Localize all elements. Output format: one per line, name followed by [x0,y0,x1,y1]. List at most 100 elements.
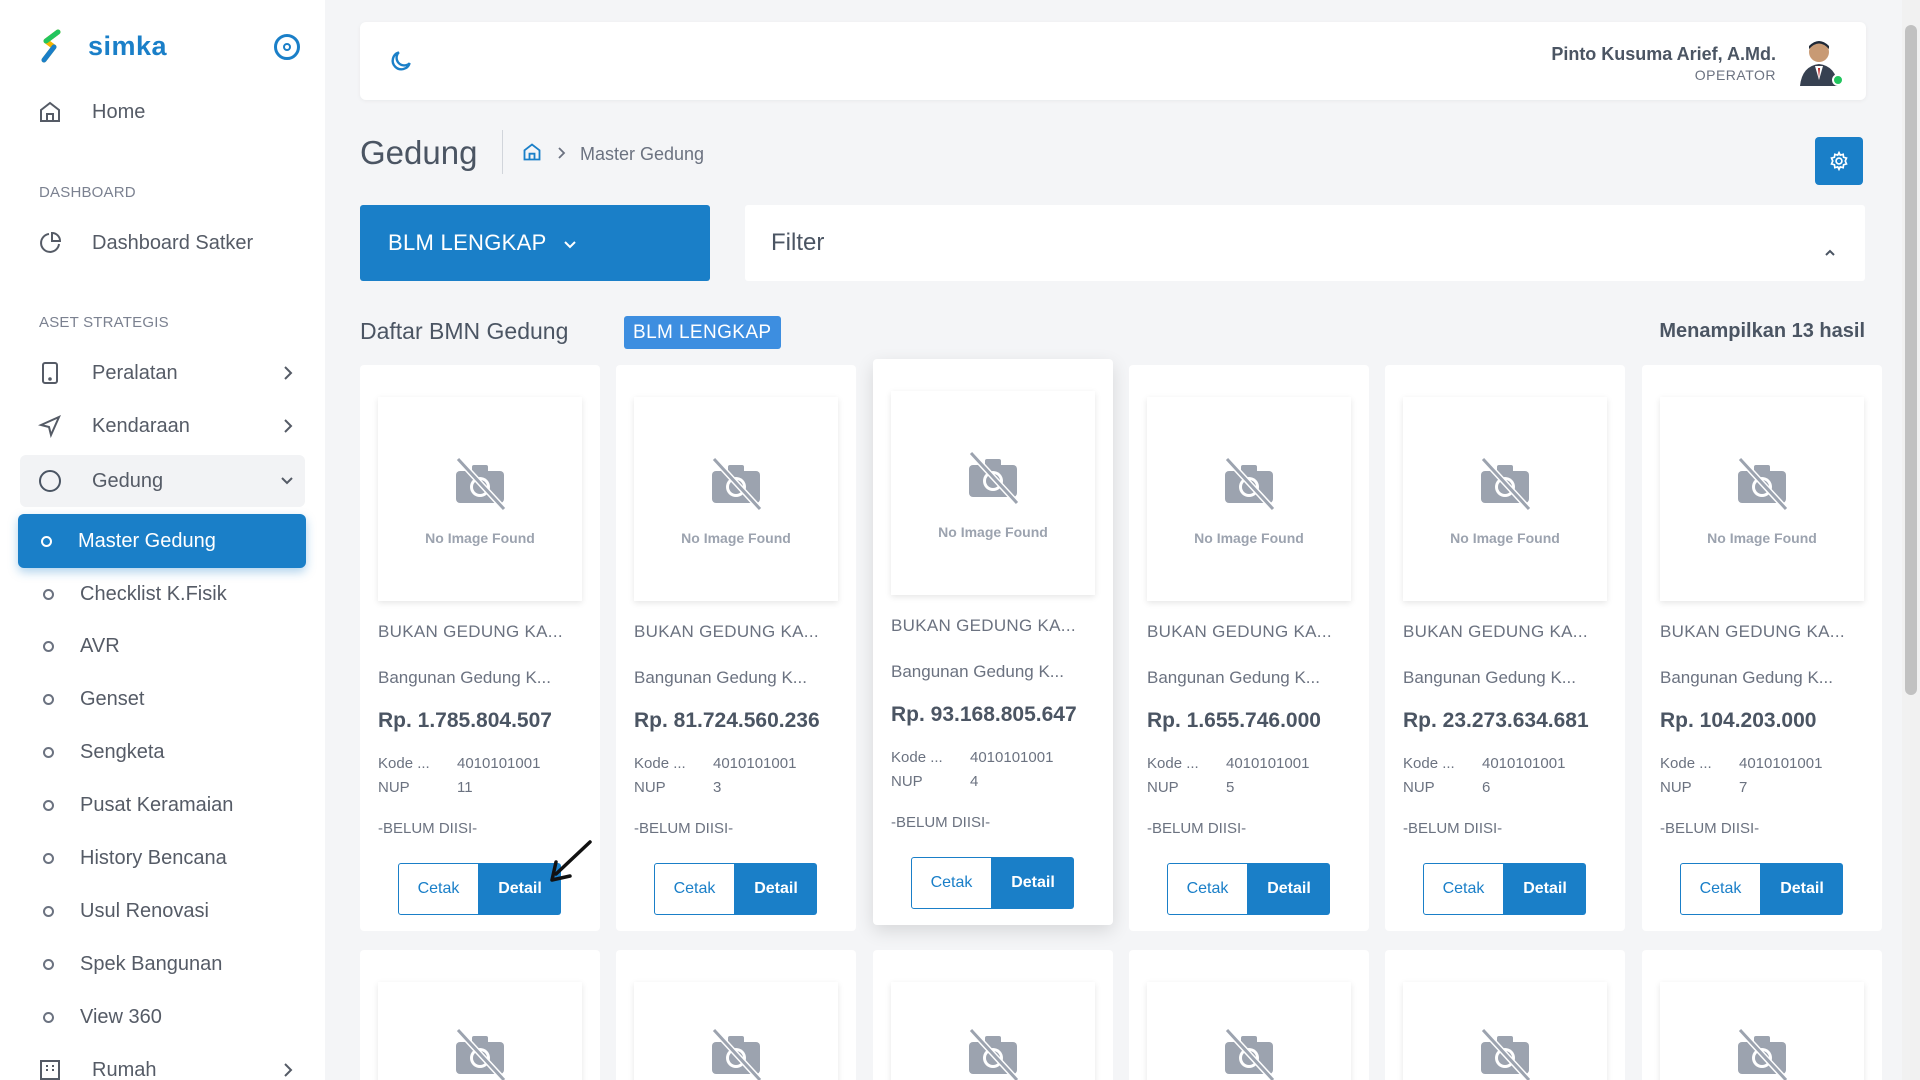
sidebar-item-history-bencana[interactable]: History Bencana [20,834,305,882]
sidebar-item-view-360[interactable]: View 360 [20,993,305,1041]
avatar[interactable] [1796,36,1844,86]
no-image-text: No Image Found [681,529,791,546]
detail-button[interactable]: Detail [735,863,817,915]
scrollbar[interactable] [1902,0,1920,1080]
sidebar-item-master-gedung[interactable]: Master Gedung [18,514,306,568]
status-dropdown[interactable]: BLM LENGKAP [360,205,710,281]
asset-card[interactable]: No Image Found BUKAN GEDUNG KA... Bangunan… [1385,365,1625,931]
sidebar-item-home[interactable]: Home [20,88,305,136]
no-image-icon [1475,453,1535,518]
card-image: No Image Found [634,397,838,601]
card-image: No Image Found [891,391,1095,595]
sidebar-item-genset[interactable]: Genset [20,675,305,723]
detail-button[interactable]: Detail [1504,863,1586,915]
card-title: BUKAN GEDUNG KA... [378,622,563,641]
sidebar-item-pusat-keramaian[interactable]: Pusat Keramaian [20,781,305,829]
card-actions: Cetak Detail [1680,863,1843,915]
building-icon [38,1058,62,1080]
card-image [891,982,1095,1080]
moon-icon[interactable] [388,48,414,79]
sidebar-item-usul-renovasi[interactable]: Usul Renovasi [20,887,305,935]
device-icon [38,361,62,385]
asset-card[interactable] [873,950,1113,1080]
home-icon[interactable] [522,142,542,167]
asset-card[interactable] [1385,950,1625,1080]
user-role: OPERATOR [1694,67,1776,83]
scrollbar-thumb[interactable] [1905,25,1917,695]
cetak-button[interactable]: Cetak [654,863,735,915]
card-actions: Cetak Detail [654,863,817,915]
card-note: -BELUM DIISI- [1403,820,1503,837]
cetak-button[interactable]: Cetak [911,857,992,909]
card-note: -BELUM DIISI- [634,820,734,837]
card-image [1660,982,1864,1080]
kode-value: 4010101001 [1739,755,1823,772]
brand[interactable]: simka [38,28,167,64]
asset-card[interactable] [1129,950,1369,1080]
asset-card[interactable]: No Image Found BUKAN GEDUNG KA... Bangunan… [873,359,1113,925]
sidebar-item-label: Kendaraan [92,414,190,437]
nup-value: 4 [970,773,979,790]
sidebar-item-label: AVR [80,634,120,657]
card-price: Rp. 23.273.634.681 [1403,709,1589,732]
user-name[interactable]: Pinto Kusuma Arief, A.Md. [1551,44,1776,65]
page-title: Gedung [360,134,478,171]
card-image [1403,982,1607,1080]
asset-card[interactable]: No Image Found BUKAN GEDUNG KA... Bangunan… [1642,365,1882,931]
asset-card[interactable]: No Image Found BUKAN GEDUNG KA... Bangunan… [616,365,856,931]
sidebar-item-checklist[interactable]: Checklist K.Fisik [20,570,305,618]
detail-button[interactable]: Detail [1248,863,1330,915]
no-image-icon [1475,1024,1535,1080]
detail-button[interactable]: Detail [1761,863,1843,915]
card-title: BUKAN GEDUNG KA... [634,622,819,641]
cetak-button[interactable]: Cetak [1423,863,1504,915]
status-dropdown-label: BLM LENGKAP [388,230,547,255]
sidebar-item-gedung[interactable]: Gedung [20,455,305,507]
sidebar-toggle-icon[interactable] [274,34,300,60]
cetak-button[interactable]: Cetak [1680,863,1761,915]
card-subtitle: Bangunan Gedung K... [1660,668,1833,687]
simka-logo-icon [41,29,61,63]
no-image-text: No Image Found [425,529,535,546]
sidebar-item-label: Gedung [92,469,164,492]
cetak-button[interactable]: Cetak [1167,863,1248,915]
asset-card[interactable]: No Image Found BUKAN GEDUNG KA... Bangunan… [1129,365,1369,931]
bullet-icon [42,582,54,606]
chevron-right-icon [281,1060,295,1080]
home-icon [38,100,62,124]
no-image-text: No Image Found [1194,529,1304,546]
cetak-button[interactable]: Cetak [398,863,479,915]
online-status-dot [1832,74,1844,86]
bullet-icon [40,529,52,553]
title-divider [502,130,503,174]
asset-card[interactable] [1642,950,1882,1080]
sidebar-item-kendaraan[interactable]: Kendaraan [20,402,305,450]
sidebar-item-rumah[interactable]: Rumah [20,1046,305,1080]
settings-button[interactable] [1815,137,1863,185]
chevron-up-icon[interactable] [1823,237,1837,265]
card-title: BUKAN GEDUNG KA... [1147,622,1332,641]
bullet-icon [42,740,54,764]
nup-label: NUP [378,779,410,796]
nup-value: 5 [1226,779,1235,796]
sidebar-item-sengketa[interactable]: Sengketa [20,728,305,776]
card-image: No Image Found [1147,397,1351,601]
detail-button[interactable]: Detail [992,857,1074,909]
asset-card[interactable] [616,950,856,1080]
kode-value: 4010101001 [1482,755,1566,772]
sidebar-item-avr[interactable]: AVR [20,622,305,670]
sidebar-item-spek-bangunan[interactable]: Spek Bangunan [20,940,305,988]
bullet-icon [42,846,54,870]
sidebar-item-label: Spek Bangunan [80,952,223,975]
no-image-icon [706,453,766,518]
card-image [634,982,838,1080]
asset-card[interactable] [360,950,600,1080]
sidebar-item-peralatan[interactable]: Peralatan [20,349,305,397]
no-image-icon [1219,1024,1279,1080]
sidebar-item-dashboard-satker[interactable]: Dashboard Satker [20,219,305,267]
sidebar-item-label: Genset [80,687,145,710]
no-image-icon [1219,453,1279,518]
filter-panel[interactable]: Filter [745,205,1865,281]
card-subtitle: Bangunan Gedung K... [891,662,1064,681]
card-price: Rp. 1.655.746.000 [1147,709,1321,732]
